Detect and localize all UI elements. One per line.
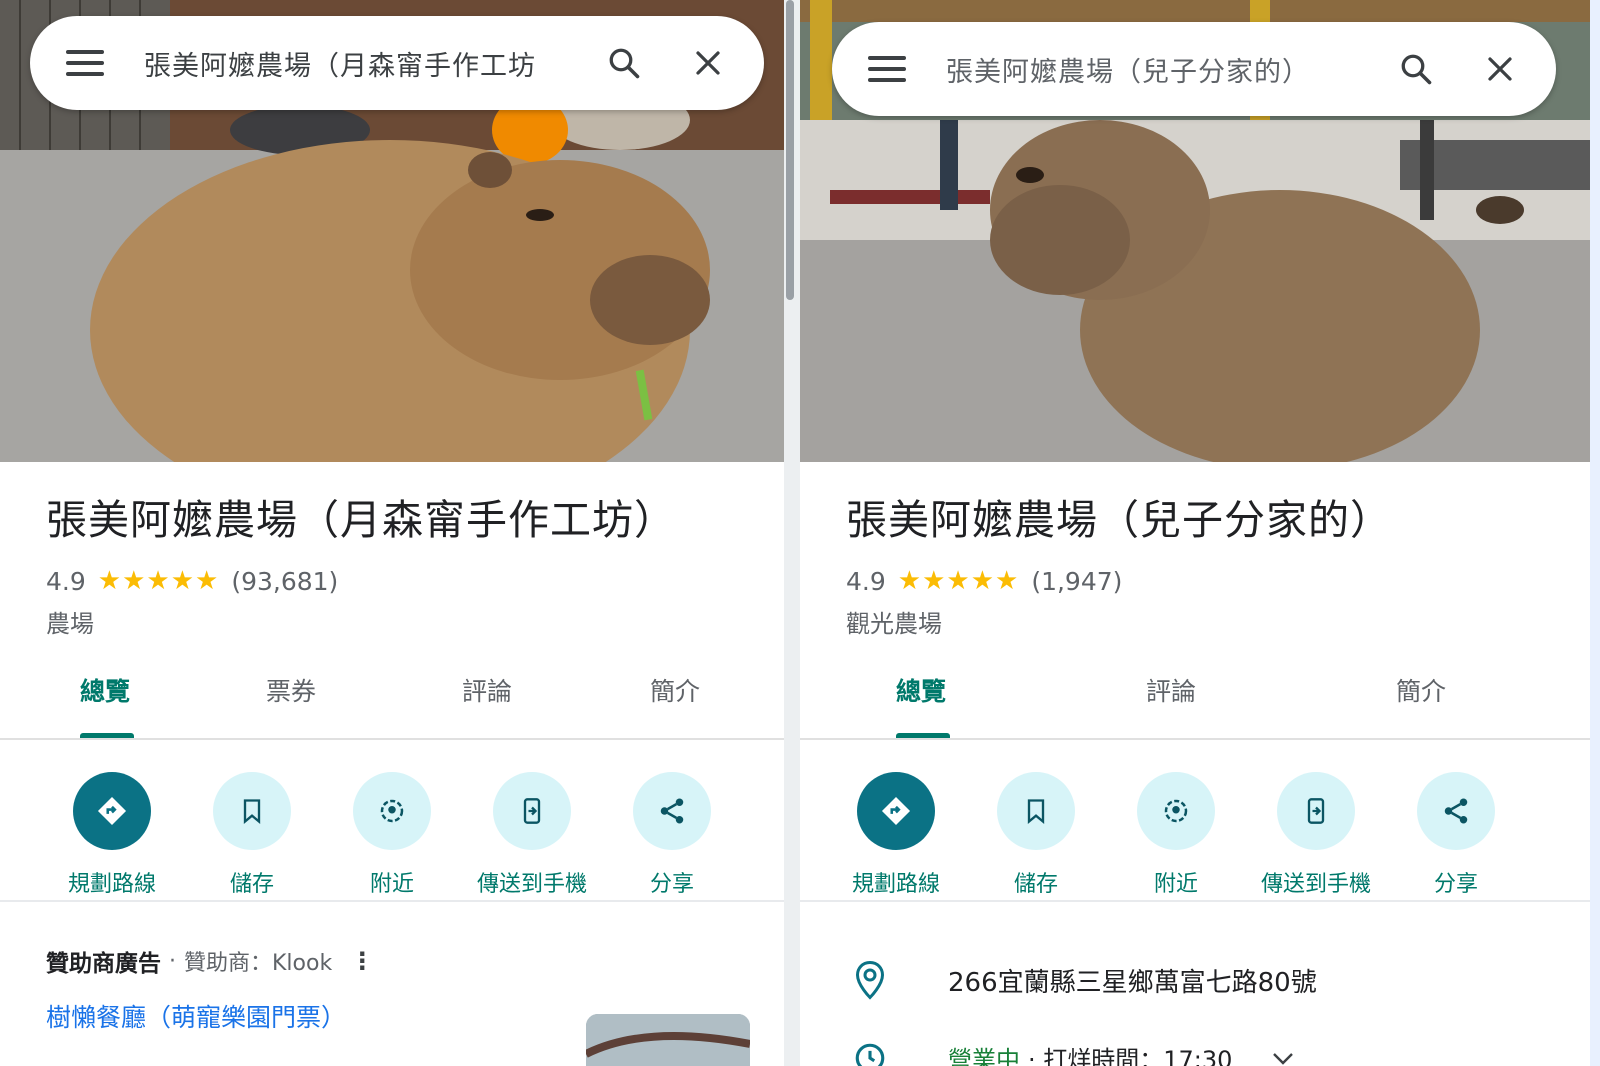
tab-bar: 總覽 票券 評論 簡介 — [0, 660, 784, 740]
rating-stars-icon: ★★★★★ — [897, 566, 1020, 596]
save-label: 儲存 — [229, 872, 274, 897]
location-pin-icon — [852, 960, 888, 1000]
nearby-label: 附近 — [369, 872, 414, 897]
place-category[interactable]: 農場 — [46, 604, 94, 639]
nearby-button[interactable]: 附近 — [322, 772, 462, 898]
send-to-phone-icon — [1277, 772, 1355, 850]
search-icon[interactable] — [1386, 39, 1446, 99]
scrollbar-thumb[interactable] — [786, 0, 794, 300]
save-button[interactable]: 儲存 — [966, 772, 1106, 898]
sponsored-ad-title: 贊助商廣告 — [46, 951, 161, 977]
review-count[interactable]: (1,947) — [1031, 567, 1122, 596]
directions-icon — [73, 772, 151, 850]
place-title: 張美阿嬤農場（兒子分家的） — [846, 496, 1392, 544]
action-bar: 規劃路線 儲存 附近 傳送到手機 分享 — [800, 760, 1590, 902]
sponsor-name: 贊助商：Klook — [184, 951, 333, 976]
send-to-phone-label: 傳送到手機 — [1260, 872, 1371, 897]
tab-bar: 總覽 評論 簡介 — [800, 660, 1590, 740]
bookmark-icon — [997, 772, 1075, 850]
save-button[interactable]: 儲存 — [182, 772, 322, 898]
send-to-phone-icon — [493, 772, 571, 850]
tab-tickets[interactable]: 票券 — [266, 672, 316, 708]
directions-label: 規劃路線 — [67, 872, 156, 897]
send-to-phone-button[interactable]: 傳送到手機 — [1246, 772, 1386, 898]
share-icon — [633, 772, 711, 850]
place-title: 張美阿嬤農場（月森甯手作工坊） — [46, 496, 676, 544]
sponsored-ad-link[interactable]: 樹懶餐廳（萌寵樂園門票） — [46, 998, 346, 1034]
share-button[interactable]: 分享 — [602, 772, 742, 898]
send-to-phone-button[interactable]: 傳送到手機 — [462, 772, 602, 898]
directions-button[interactable]: 規劃路線 — [42, 772, 182, 898]
closing-time: · 打烊時間：17:30 — [1028, 1046, 1233, 1066]
search-input[interactable]: 張美阿嬤農場（兒子分家的） — [946, 50, 1386, 89]
open-status: 營業中 — [948, 1046, 1020, 1066]
tab-about[interactable]: 簡介 — [1396, 672, 1446, 708]
share-label: 分享 — [1433, 872, 1478, 897]
search-bar[interactable]: 張美阿嬤農場（月森甯手作工坊 — [30, 16, 764, 110]
tab-overview[interactable]: 總覽 — [896, 672, 946, 708]
action-bar: 規劃路線 儲存 附近 傳送到手機 分享 — [0, 760, 784, 902]
nearby-label: 附近 — [1153, 872, 1198, 897]
rating-value: 4.9 — [46, 566, 86, 596]
review-count[interactable]: (93,681) — [231, 567, 338, 596]
search-icon[interactable] — [594, 33, 654, 93]
rating-row: 4.9 ★★★★★ (1,947) — [846, 566, 1122, 596]
more-options-icon[interactable]: ⋮ — [350, 947, 374, 975]
tab-indicator — [896, 733, 950, 738]
bookmark-icon — [213, 772, 291, 850]
close-icon[interactable] — [678, 33, 738, 93]
nearby-icon — [353, 772, 431, 850]
share-label: 分享 — [649, 872, 694, 897]
separator-dot: · — [169, 948, 176, 974]
tab-reviews[interactable]: 評論 — [1146, 672, 1196, 708]
map-edge — [1590, 0, 1600, 1066]
share-button[interactable]: 分享 — [1386, 772, 1526, 898]
save-label: 儲存 — [1013, 872, 1058, 897]
rating-row: 4.9 ★★★★★ (93,681) — [46, 566, 338, 596]
directions-label: 規劃路線 — [851, 872, 940, 897]
sponsored-ad-thumbnail[interactable] — [586, 1014, 750, 1066]
directions-button[interactable]: 規劃路線 — [826, 772, 966, 898]
clock-icon — [852, 1041, 888, 1066]
nearby-button[interactable]: 附近 — [1106, 772, 1246, 898]
share-icon — [1417, 772, 1495, 850]
place-category[interactable]: 觀光農場 — [846, 604, 942, 639]
tab-about[interactable]: 簡介 — [650, 672, 700, 708]
sponsored-ad-header: 贊助商廣告 · 贊助商：Klook ⋮ — [46, 944, 374, 978]
hours-row[interactable]: 營業中 · 打烊時間：17:30 — [852, 1040, 1294, 1066]
tab-reviews[interactable]: 評論 — [462, 672, 512, 708]
rating-value: 4.9 — [846, 566, 886, 596]
directions-icon — [857, 772, 935, 850]
close-icon[interactable] — [1470, 39, 1530, 99]
tab-indicator — [80, 733, 134, 738]
place-panel-right: 張美阿嬤農場（兒子分家的） 張美阿嬤農場（兒子分家的） 4.9 ★★★★★ (1… — [800, 0, 1590, 1066]
place-panel-left: 張美阿嬤農場（月森甯手作工坊 張美阿嬤農場（月森甯手作工坊） 4.9 ★★★★★… — [0, 0, 784, 1066]
send-to-phone-label: 傳送到手機 — [476, 872, 587, 897]
address-row[interactable]: 266宜蘭縣三星鄉萬富七路80號 — [852, 960, 1317, 1000]
nearby-icon — [1137, 772, 1215, 850]
search-input[interactable]: 張美阿嬤農場（月森甯手作工坊 — [144, 44, 594, 83]
rating-stars-icon: ★★★★★ — [97, 566, 220, 596]
search-bar[interactable]: 張美阿嬤農場（兒子分家的） — [832, 22, 1556, 116]
menu-icon[interactable] — [66, 50, 104, 76]
chevron-down-icon[interactable] — [1272, 1044, 1294, 1066]
address-text: 266宜蘭縣三星鄉萬富七路80號 — [948, 967, 1317, 998]
tab-overview[interactable]: 總覽 — [80, 672, 130, 708]
menu-icon[interactable] — [868, 56, 906, 82]
